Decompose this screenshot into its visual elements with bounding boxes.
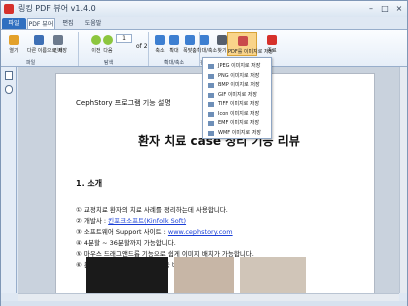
- bullet-link[interactable]: 킨포크소프트(Kinfolk Soft): [108, 217, 186, 225]
- tab-edit[interactable]: 편집: [59, 18, 77, 29]
- menu-item-label: GIF 이미지로 저장: [218, 91, 258, 98]
- tab-pdf-viewer[interactable]: PDF 뷰어: [27, 18, 55, 29]
- bullet-number: ⑤: [76, 250, 84, 258]
- menu-item-save-image[interactable]: TIFF 이미지로 저장: [205, 100, 271, 109]
- ribbon-tabs: 파일 PDF 뷰어 편집 도움말: [1, 17, 407, 29]
- group-separator: [78, 32, 79, 66]
- doc-header: CephStory 프로그램 기능 설명: [76, 99, 171, 107]
- ribbon-button-label: 다음: [103, 48, 113, 54]
- attachment-icon[interactable]: [5, 85, 13, 94]
- tab-file[interactable]: 파일: [2, 18, 26, 29]
- next-icon: [103, 35, 113, 45]
- menu-item-save-image[interactable]: JPEG 이미지로 저장: [205, 62, 271, 71]
- menu-item-label: Icon 이미지로 저장: [218, 110, 260, 117]
- menu-item-label: EMF 이미지로 저장: [218, 120, 260, 126]
- zoom-in-icon: [169, 35, 179, 45]
- group-label-navigation: 탐색: [104, 60, 114, 66]
- bullet-text: 소프트웨어 Support 사이트 :: [83, 228, 168, 236]
- bullet-text: 개발사 :: [83, 217, 109, 225]
- ribbon-button-label: 종료: [267, 48, 277, 54]
- thumbnails-icon[interactable]: [5, 71, 13, 80]
- image-file-icon: [208, 73, 214, 79]
- menu-item-label: PNG 이미지로 저장: [218, 72, 260, 79]
- bullet-link[interactable]: www.cephstory.com: [168, 228, 233, 236]
- close-window-button[interactable]: ×: [393, 3, 405, 14]
- image-file-icon: [208, 92, 214, 98]
- ribbon-button-label: 확대: [169, 48, 179, 54]
- doc-bullet-item: ④ 4분할 ~ 36분할까지 가능합니다.: [76, 237, 176, 247]
- app-logo-icon: [4, 4, 14, 14]
- zoom-icon: [199, 35, 209, 45]
- app-window: 링킹 PDF 뷰어 v1.4.0 – □ × 파일 PDF 뷰어 편집 도움말 …: [0, 0, 408, 306]
- exit-icon: [267, 35, 277, 45]
- image-file-icon: [208, 64, 214, 69]
- menu-item-label: BMP 이미지로 저장: [218, 82, 260, 88]
- find-icon: [217, 35, 227, 45]
- print-icon: [53, 35, 63, 45]
- bullet-number: ②: [76, 217, 84, 225]
- prev-icon: [91, 35, 101, 45]
- doc-section-heading: 1. 소개: [76, 179, 103, 188]
- ribbon-button-label: 열기: [9, 48, 19, 54]
- save-as-image-menu: JPEG 이미지로 저장 PNG 이미지로 저장 BMP 이미지로 저장 GIF 이미…: [202, 57, 272, 139]
- menu-item-save-image[interactable]: Icon 이미지로 저장: [205, 110, 271, 119]
- patient-photo: [174, 257, 234, 293]
- pdf-to-image-button[interactable]: PDF를 이미지로 저장: [227, 32, 274, 56]
- folder-icon: [9, 35, 19, 45]
- fit-width-icon: [185, 35, 195, 45]
- menu-item-label: WMF 이미지로 저장: [218, 129, 261, 136]
- doc-bullet-item: ② 개발사 : 킨포크소프트(Kinfolk Soft): [76, 215, 186, 225]
- doc-bullet-item: ③ 소프트웨어 Support 사이트 : www.cephstory.com: [76, 226, 233, 236]
- ribbon-button-label: 폭맞춤: [183, 48, 197, 54]
- tab-help[interactable]: 도움말: [81, 18, 105, 29]
- menu-item-save-image[interactable]: PNG 이미지로 저장: [205, 72, 271, 81]
- ribbon-button-label: 인쇄: [53, 48, 63, 54]
- pdf-to-image-icon: [238, 36, 248, 46]
- ribbon-button-label: 축소: [155, 48, 165, 54]
- window-title: 링킹 PDF 뷰어 v1.4.0: [18, 4, 96, 13]
- group-label-zoom: 확대/축소: [164, 60, 185, 66]
- horizontal-scrollbar[interactable]: [18, 293, 399, 301]
- zoom-out-icon: [155, 35, 165, 45]
- group-label-file: 파일: [26, 60, 36, 66]
- ribbon-button-label: 다른 이름으로 저장: [27, 48, 67, 54]
- ribbon-button-label: PDF를 이미지로 저장: [228, 49, 274, 55]
- bullet-number: ⑥: [76, 261, 84, 269]
- save-icon: [34, 35, 44, 45]
- group-separator: [148, 32, 149, 66]
- patient-photo: [86, 257, 168, 293]
- bullet-number: ④: [76, 239, 84, 247]
- minimize-button[interactable]: –: [365, 3, 377, 14]
- page-total-label: of 2: [136, 43, 148, 50]
- menu-item-save-image[interactable]: WMF 이미지로 저장: [205, 129, 271, 138]
- status-bar: [1, 301, 407, 306]
- patient-photo: [240, 257, 306, 293]
- page-number-input[interactable]: 1: [116, 34, 132, 43]
- bullet-text: 교정치료 환자의 치료 사례를 정리하는데 사용합니다.: [83, 206, 228, 214]
- image-file-icon: [208, 111, 214, 117]
- image-file-icon: [208, 102, 214, 107]
- menu-item-label: TIFF 이미지로 저장: [218, 101, 260, 107]
- image-file-icon: [208, 130, 214, 136]
- title-bar: 링킹 PDF 뷰어 v1.4.0 – □ ×: [1, 1, 407, 17]
- doc-bullet-item: ① 교정치료 환자의 치료 사례를 정리하는데 사용합니다.: [76, 204, 228, 214]
- menu-item-label: JPEG 이미지로 저장: [218, 63, 261, 69]
- bullet-text: 4분할 ~ 36분할까지 가능합니다.: [83, 239, 176, 247]
- vertical-scrollbar[interactable]: [399, 67, 407, 293]
- bullet-number: ①: [76, 206, 84, 214]
- menu-item-save-image[interactable]: GIF 이미지로 저장: [205, 91, 271, 100]
- side-panel: [1, 67, 17, 293]
- bullet-number: ③: [76, 228, 84, 236]
- menu-item-save-image[interactable]: EMF 이미지로 저장: [205, 119, 271, 128]
- image-file-icon: [208, 83, 214, 88]
- menu-item-save-image[interactable]: BMP 이미지로 저장: [205, 81, 271, 90]
- image-file-icon: [208, 121, 214, 126]
- maximize-button[interactable]: □: [379, 3, 391, 14]
